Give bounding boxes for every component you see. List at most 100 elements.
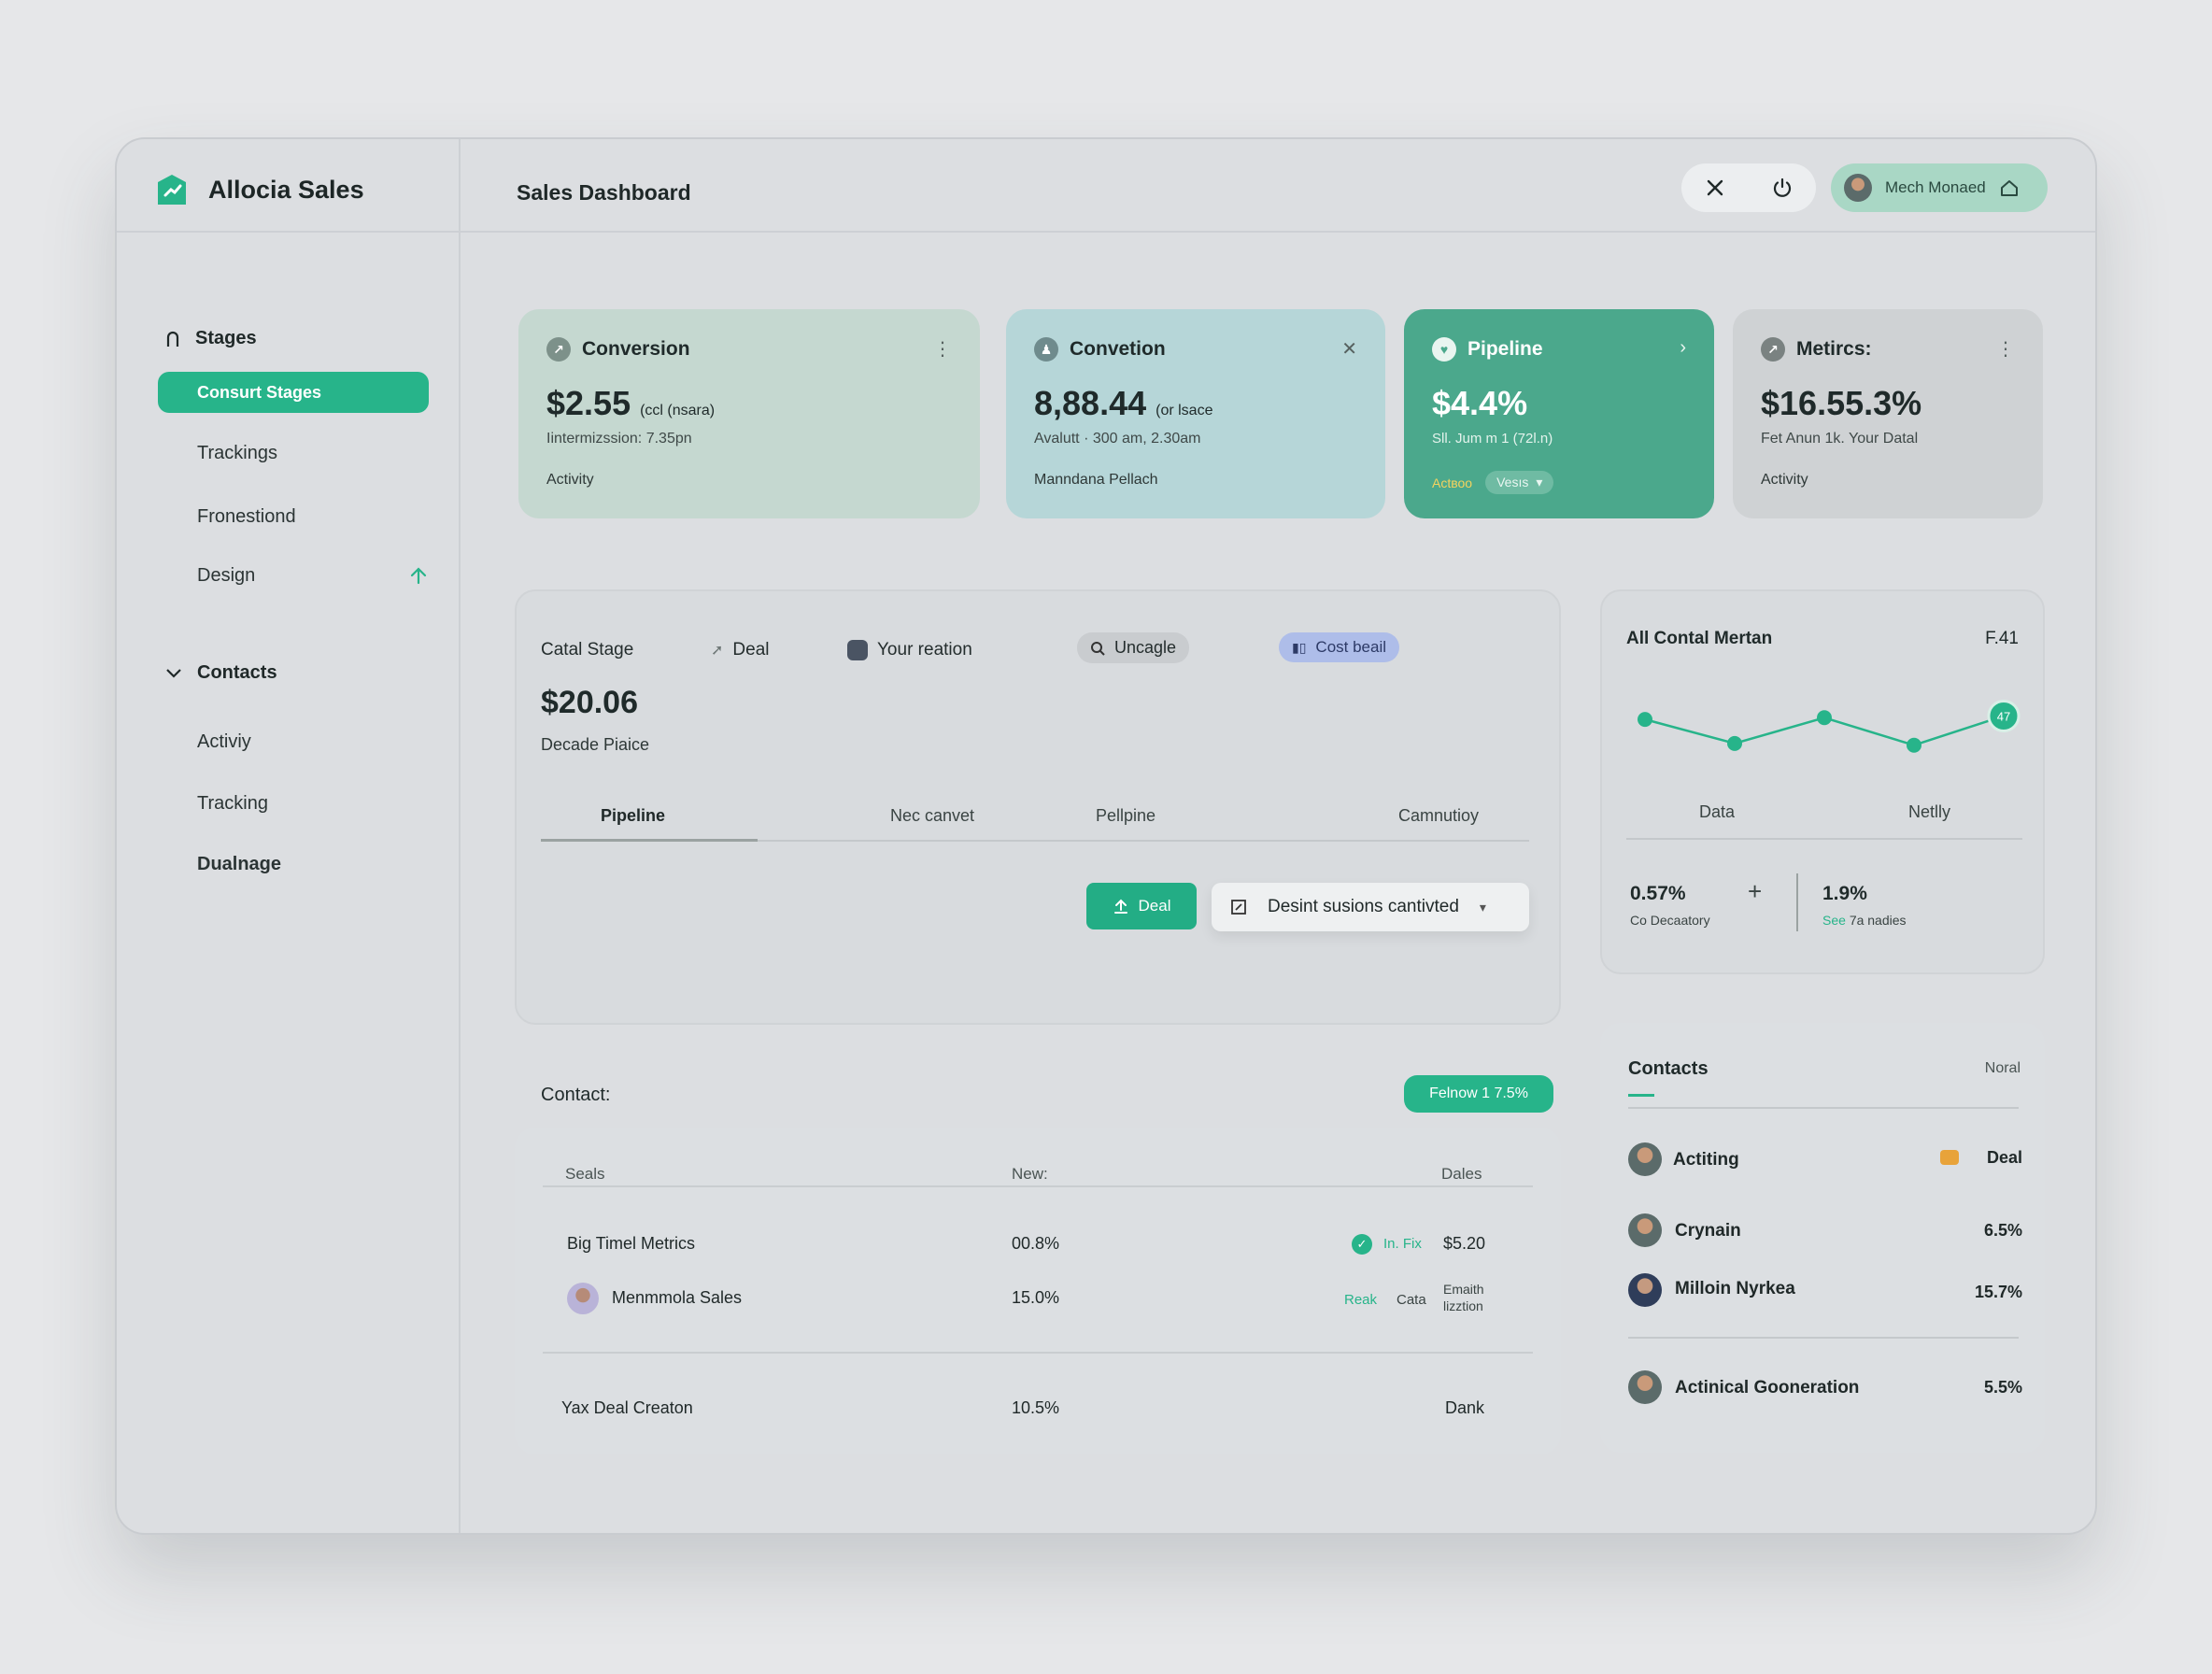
- kpi-card-conversion[interactable]: ↗ Conversion ⋮ $2.55 (ccl (nsara) Iinterm…: [518, 309, 980, 518]
- follow-badge[interactable]: Felnow 1 7.5%: [1404, 1075, 1553, 1113]
- sidebar-heading-stages[interactable]: Stages: [165, 328, 257, 349]
- power-icon[interactable]: [1771, 177, 1794, 199]
- version-select[interactable]: Vesıs ▾: [1485, 471, 1554, 494]
- sidebar-item-activiy[interactable]: Activiy: [197, 731, 251, 753]
- status-dropdown[interactable]: Desint susions cantivted ▾: [1212, 883, 1529, 931]
- user-icon: ♟: [1034, 337, 1058, 362]
- caret-down-icon: ▾: [1479, 899, 1486, 915]
- row-name: Big Timel Metrics: [567, 1234, 696, 1253]
- row-new: 10.5%: [1012, 1398, 1060, 1417]
- tab-camnutioy[interactable]: Camnutioy: [1398, 806, 1479, 826]
- avatar: [1628, 1370, 1662, 1404]
- more-vertical-icon[interactable]: ⋮: [1996, 337, 2015, 361]
- contacts-divider: [1628, 1107, 2019, 1109]
- brand-logo-icon: [158, 175, 186, 205]
- avatar: [567, 1283, 599, 1314]
- trend-icon: ↗: [1761, 337, 1785, 362]
- filter-cost-beail[interactable]: ▮▯ Cost beail: [1279, 632, 1400, 662]
- metric-panel: All Contal Mertan F.41 47 Data Netlly 0.…: [1600, 589, 2045, 974]
- avatar: [1628, 1213, 1662, 1247]
- filter-uncagle[interactable]: Uncagle: [1077, 632, 1190, 663]
- stage-panel: Catal Stage ➚ Deal Your reation Uncagle …: [515, 589, 1561, 1025]
- contacts-filter[interactable]: Noral: [1985, 1060, 2021, 1077]
- home-icon[interactable]: [1999, 177, 2020, 198]
- contact-value: 6.5%: [1983, 1221, 2022, 1240]
- card-subtitle: Iintermizssion: 7.35pn: [546, 431, 692, 447]
- table-divider: [543, 1185, 1533, 1187]
- user-menu[interactable]: Mech Monaed: [1831, 163, 2048, 212]
- stat-caption-text: 7a nadies: [1849, 913, 1907, 928]
- data-point[interactable]: [1817, 710, 1832, 726]
- filter-label: Deal: [732, 640, 770, 660]
- card-title: Pipeline: [1468, 338, 1543, 360]
- column-header[interactable]: Dales: [1441, 1165, 1482, 1184]
- app-window: Allocia Sales Stages Consurt Stages Trac…: [115, 137, 2097, 1535]
- card-title: Convetion: [1070, 338, 1166, 360]
- sidebar-item-tracking[interactable]: Tracking: [197, 793, 268, 815]
- tab-nec-canvet[interactable]: Nec canvet: [890, 806, 974, 826]
- kpi-card-convetion[interactable]: ♟ Convetion ✕ 8,88.44 (or lsace Avalutt ·…: [1006, 309, 1385, 518]
- sidebar-item-trackings[interactable]: Trackings: [197, 443, 277, 464]
- stat-divider: [1796, 873, 1798, 931]
- close-icon[interactable]: ✕: [1341, 337, 1357, 361]
- caret-down-icon: ▾: [1536, 475, 1543, 489]
- data-point[interactable]: [1907, 737, 1921, 753]
- square-icon: [847, 640, 868, 660]
- data-point[interactable]: [1727, 735, 1742, 751]
- contacts-panel: Contacts Noral Actiting Deal Crynain 6.5…: [1600, 1023, 2045, 1453]
- tab-pipeline[interactable]: Pipeline: [601, 806, 665, 826]
- arrow-up-icon: [410, 567, 427, 585]
- x-axis-label: Netlly: [1908, 802, 1951, 821]
- column-header[interactable]: Seals: [565, 1165, 605, 1184]
- chevron-right-icon[interactable]: ›: [1680, 337, 1686, 359]
- filter-label: Cost beail: [1315, 638, 1387, 656]
- row-name: Menmmola Sales: [612, 1288, 743, 1307]
- sidebar-heading-contacts[interactable]: Contacts: [165, 662, 277, 684]
- contacts-divider: [1628, 1337, 2019, 1339]
- status-dropdown-label: Desint susions cantivted: [1268, 897, 1459, 916]
- close-icon[interactable]: [1705, 177, 1725, 198]
- contact-name: Crynain: [1675, 1221, 1741, 1241]
- version-select-label: Vesıs: [1496, 475, 1529, 489]
- contact-name: Actinical Gooneration: [1675, 1378, 1860, 1397]
- tab-pellpine[interactable]: Pellpine: [1096, 806, 1156, 826]
- filter-label: Your reation: [877, 640, 972, 660]
- sidebar: Allocia Sales Stages Consurt Stages Trac…: [117, 139, 461, 1533]
- brand[interactable]: Allocia Sales: [156, 173, 364, 206]
- send-icon: ➚: [711, 643, 724, 659]
- stage-label: Catal Stage: [541, 640, 634, 660]
- data-point-label: 47: [1997, 709, 2010, 723]
- page-title: Sales Dashboard: [517, 180, 691, 205]
- kpi-card-metrics[interactable]: ↗ Metircs: ⋮ $16.55.3% Fet Anun 1k. Your…: [1733, 309, 2043, 518]
- row-new: 00.8%: [1012, 1234, 1060, 1253]
- sidebar-item-design[interactable]: Design: [197, 565, 255, 587]
- sidebar-item-consurt-stages[interactable]: Consurt Stages: [158, 372, 429, 413]
- contact-name: Milloin Nyrkea: [1675, 1279, 1795, 1298]
- stat-caption: Sеe 7a nadies: [1822, 913, 1907, 928]
- heart-icon: ♥: [1432, 337, 1456, 362]
- plus-icon[interactable]: +: [1748, 877, 1762, 906]
- table-divider: [543, 1352, 1533, 1354]
- kpi-card-pipeline[interactable]: ♥ Pipeline › $4.4% Sll. Jum m 1 (72l.n) …: [1404, 309, 1714, 518]
- filter-your-reation[interactable]: Your reation: [847, 640, 972, 660]
- check-icon: ✓: [1352, 1234, 1372, 1255]
- stat-caption-accent: Sеe: [1822, 913, 1846, 928]
- card-value: $4.4%: [1432, 384, 1528, 422]
- filter-deal[interactable]: ➚ Deal: [711, 640, 769, 660]
- tab-active-indicator: [541, 839, 758, 842]
- row-dales: Emaith lizztion: [1443, 1282, 1484, 1313]
- sidebar-item-fronestiond[interactable]: Fronestiond: [197, 506, 296, 528]
- edit-icon: [1231, 900, 1246, 915]
- column-header[interactable]: New:: [1012, 1165, 1048, 1184]
- more-vertical-icon[interactable]: ⋮: [933, 337, 952, 361]
- deal-button[interactable]: Deal: [1086, 883, 1197, 929]
- data-point[interactable]: [1638, 712, 1652, 728]
- avatar: [1844, 174, 1872, 202]
- stat-caption: Co Decaatory: [1630, 913, 1710, 928]
- metric-badge: F.41: [1985, 629, 2019, 648]
- card-title: Conversion: [582, 338, 690, 360]
- briefcase-icon: [1940, 1150, 1959, 1165]
- metric-divider: [1626, 838, 2022, 840]
- contacts-title[interactable]: Contacts: [1628, 1058, 1709, 1080]
- sidebar-item-dualnage[interactable]: Dualnage: [197, 854, 281, 875]
